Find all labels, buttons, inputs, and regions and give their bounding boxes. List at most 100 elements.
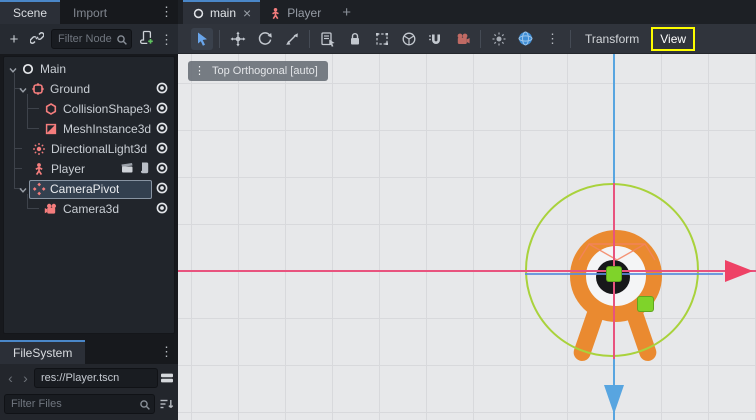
expander-icon[interactable] (18, 184, 28, 194)
gizmo-center-handle[interactable] (606, 266, 622, 282)
staticbody3d-icon (30, 82, 45, 97)
filesystem-nav: ‹ › (0, 364, 178, 391)
history-back-button[interactable]: ‹ (4, 370, 17, 386)
filesystem-tabbar: FileSystem ⋮ (0, 340, 178, 364)
filesystem-filter-row (0, 391, 178, 417)
tab-filesystem-label: FileSystem (13, 346, 72, 360)
visibility-eye-icon[interactable] (155, 121, 169, 138)
current-path-field[interactable] (34, 368, 158, 388)
tree-row-ground[interactable]: Ground (4, 79, 174, 99)
lock-button[interactable] (344, 28, 366, 50)
camera-frustum-gizmo (576, 240, 658, 264)
visibility-eye-icon[interactable] (155, 81, 169, 98)
node-icon (20, 62, 35, 77)
scene-tab-player[interactable]: Player (260, 0, 330, 24)
rotate-mode-button[interactable] (254, 28, 276, 50)
scene-tab-label: main (210, 6, 236, 20)
script-add-icon (139, 30, 154, 48)
node-label: Player (51, 162, 85, 176)
scene-dock: Scene Import ⋮ + ⋮ (0, 0, 178, 336)
camera-preview-button[interactable] (452, 28, 474, 50)
node-label: MeshInstance3d (63, 122, 151, 136)
visibility-eye-icon[interactable] (155, 101, 169, 118)
x-axis-gizmo-arrow[interactable] (725, 260, 753, 282)
group-button[interactable] (371, 28, 393, 50)
sort-files-icon[interactable] (159, 397, 174, 411)
godot-editor-window: Scene Import ⋮ + ⋮ (0, 0, 756, 420)
expander-icon[interactable] (18, 84, 28, 94)
dock-menu-icon[interactable]: ⋮ (160, 5, 173, 18)
filesystem-menu-icon[interactable]: ⋮ (160, 345, 173, 358)
toolbar-separator (309, 30, 310, 48)
environment-globe-button[interactable] (515, 28, 537, 50)
node-label: CollisionShape3d (63, 102, 151, 116)
add-node-button[interactable]: + (5, 29, 23, 49)
list-select-button[interactable] (317, 28, 339, 50)
node-label: DirectionalLight3d (51, 142, 147, 156)
tab-import-label: Import (73, 6, 107, 20)
player-character-icon (269, 7, 282, 20)
selected-row-highlight: CameraPivot (29, 180, 152, 199)
tree-row-meshinstance3d[interactable]: MeshInstance3d (4, 119, 174, 139)
visibility-eye-icon[interactable] (155, 201, 169, 218)
node-label: CameraPivot (50, 182, 119, 196)
tree-row-camerapivot[interactable]: CameraPivot (4, 179, 174, 199)
filesystem-dock: FileSystem ⋮ ‹ › (0, 340, 178, 420)
toolbar-separator (219, 30, 220, 48)
visibility-eye-icon[interactable] (155, 161, 169, 178)
history-forward-button[interactable]: › (19, 370, 32, 386)
toolbar-separator (480, 30, 481, 48)
snap-magnet-button[interactable] (425, 28, 447, 50)
axis-overlap-line (525, 273, 723, 275)
scene-toolbar-menu-icon[interactable]: ⋮ (160, 33, 173, 46)
sun-button[interactable] (488, 28, 510, 50)
visibility-eye-icon[interactable] (155, 181, 169, 198)
selection-marker-square (637, 296, 654, 312)
view-menu[interactable]: View (651, 27, 695, 51)
player-character-icon (31, 162, 46, 177)
z-axis-gizmo-arrow[interactable] (604, 385, 624, 414)
view-name-button[interactable]: ⋮ Top Orthogonal [auto] (188, 61, 328, 81)
tree-row-collisionshape3d[interactable]: CollisionShape3d (4, 99, 174, 119)
search-icon (116, 33, 128, 51)
instance-scene-button[interactable] (28, 29, 46, 49)
new-scene-tab-button[interactable]: + (330, 0, 363, 24)
tab-scene[interactable]: Scene (0, 0, 60, 24)
script-icon[interactable] (138, 161, 151, 178)
scene-tab-label: Player (287, 6, 321, 20)
move-mode-button[interactable] (227, 28, 249, 50)
filter-files-input[interactable] (4, 394, 155, 414)
visibility-eye-icon[interactable] (155, 141, 169, 158)
transform-menu[interactable]: Transform (575, 32, 649, 46)
open-instance-clapper-icon[interactable] (120, 161, 134, 177)
close-icon[interactable]: × (243, 5, 251, 21)
tree-row-directionallight3d[interactable]: DirectionalLight3d (4, 139, 174, 159)
viewport-canvas[interactable]: ⋮ Top Orthogonal [auto] (178, 54, 756, 420)
expander-icon[interactable] (8, 64, 18, 74)
link-icon (30, 31, 44, 48)
preview-environment-menu-icon[interactable]: ⋮ (542, 28, 564, 50)
scale-mode-button[interactable] (281, 28, 303, 50)
view-menu-dots-icon: ⋮ (194, 66, 205, 77)
search-icon (139, 398, 151, 416)
spatial-toolbar: ⋮ Transform View (178, 24, 756, 54)
x-axis-line (178, 270, 756, 272)
tree-row-main[interactable]: Main (4, 59, 174, 79)
tab-filesystem[interactable]: FileSystem (0, 340, 85, 364)
node-label: Main (40, 62, 66, 76)
tree-row-camera3d[interactable]: Camera3d (4, 199, 174, 219)
attach-script-button[interactable] (137, 29, 155, 49)
scene-dock-tabbar: Scene Import ⋮ (0, 0, 178, 24)
toolbar-separator (570, 30, 571, 48)
collisionshape3d-icon (43, 102, 58, 117)
tab-import[interactable]: Import (60, 0, 120, 24)
view-name-label: Top Orthogonal [auto] (212, 65, 318, 77)
tab-scene-label: Scene (13, 6, 47, 20)
scene-tree: Main Ground CollisionShape3d (3, 56, 175, 334)
scene-root-icon (192, 7, 205, 20)
tree-row-player[interactable]: Player (4, 159, 174, 179)
local-space-button[interactable] (398, 28, 420, 50)
scene-tab-main[interactable]: main × (183, 0, 260, 24)
select-mode-button[interactable] (191, 28, 213, 50)
split-view-icon[interactable] (160, 371, 174, 385)
